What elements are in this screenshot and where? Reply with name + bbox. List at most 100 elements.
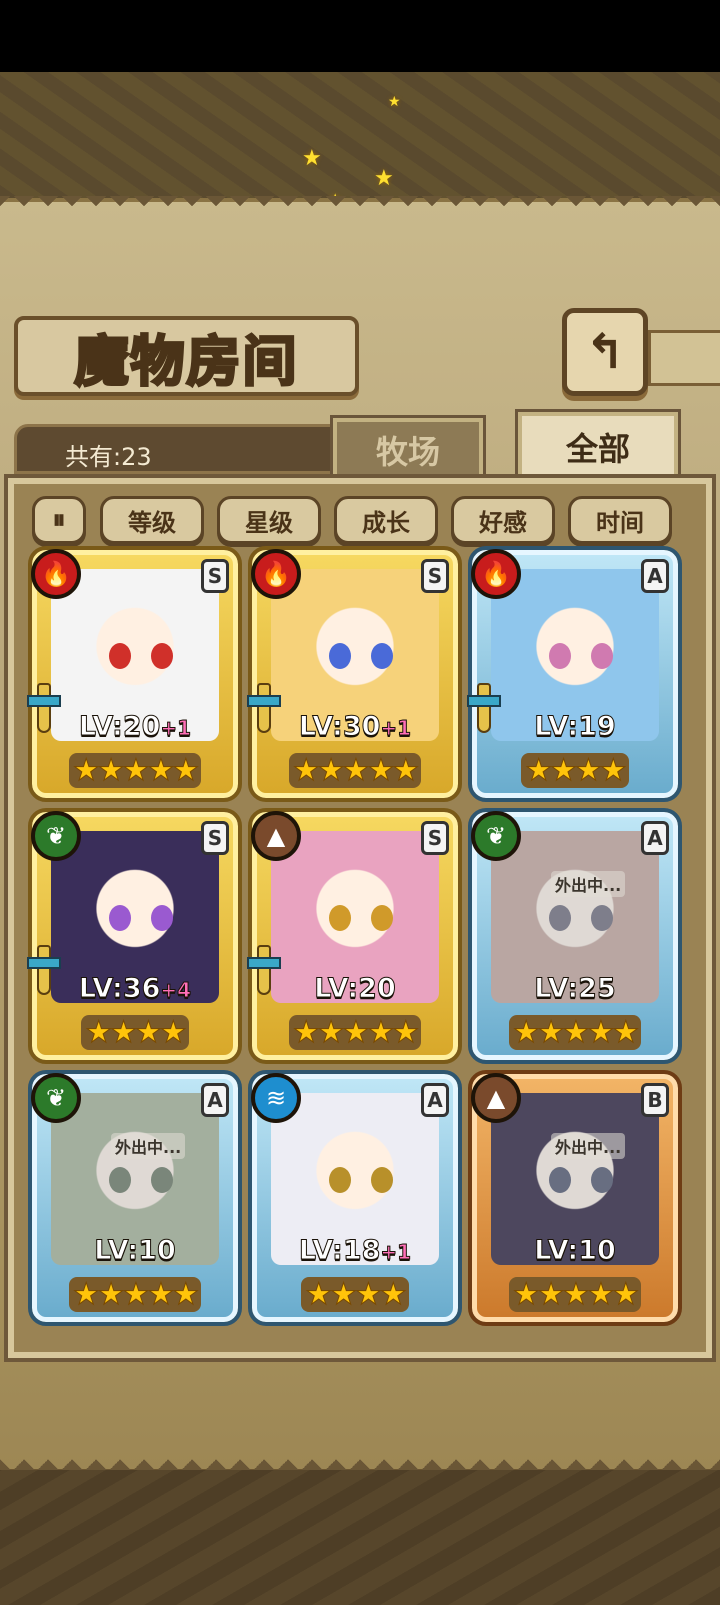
back-button[interactable]: ↰ (562, 308, 648, 396)
away-status-label: 外出中... (111, 1133, 186, 1159)
monster-eye (549, 643, 571, 669)
star-icon: ★ (612, 1277, 640, 1313)
filter-growth-button[interactable]: 成长 (334, 496, 438, 544)
star-rating: ★★★★★ (257, 1015, 453, 1051)
fire-element-icon: 🔥 (251, 549, 301, 599)
away-status-label: 外出中... (551, 871, 626, 897)
monster-level: LV:18+1 (257, 1235, 453, 1267)
star-rating: ★★★★★ (257, 753, 453, 789)
monster-eye (549, 905, 571, 931)
return-arrow-icon: ↰ (584, 324, 626, 380)
star-rating: ★★★★★ (477, 1015, 673, 1051)
level-value: LV:20 (314, 973, 397, 1005)
star-row: ★★★★★ (508, 1015, 642, 1051)
star-rating: ★★★★★ (37, 1277, 233, 1313)
monster-eye (151, 905, 173, 931)
filter-star-button[interactable]: 星级 (217, 496, 321, 544)
level-bonus: +1 (380, 716, 412, 741)
star-row: ★★★★ (521, 753, 629, 789)
monster-card[interactable]: 🔥 A LV:19 ★★★★ (467, 546, 682, 802)
star-icon: ★ (147, 1277, 175, 1313)
star-rating: ★★★★ (477, 753, 673, 789)
star-icon: ★ (317, 1015, 345, 1051)
filter-level-button[interactable]: 等级 (100, 496, 204, 544)
monster-eye (109, 905, 131, 931)
star-icon: ★ (562, 1015, 590, 1051)
star-rating: ★★★★ (37, 1015, 233, 1051)
star-row: ★★★★ (81, 1015, 189, 1051)
away-status-label: 外出中... (551, 1133, 626, 1159)
monster-eye (591, 1167, 613, 1193)
star-icon: ★ (388, 94, 401, 110)
star-icon: ★ (97, 1277, 125, 1313)
monster-eye (329, 643, 351, 669)
monster-card[interactable]: ▲ S LV:20 ★★★★★ (247, 808, 462, 1064)
fire-element-icon: 🔥 (471, 549, 521, 599)
tab-all[interactable]: 全部 (515, 409, 681, 485)
monster-card[interactable]: 外出中... ▲ B LV:10 ★★★★★ (468, 1070, 682, 1326)
monster-card[interactable]: ≋ A LV:18+1 ★★★★ (248, 1070, 462, 1326)
monster-eye (329, 905, 351, 931)
monster-eye (151, 1167, 173, 1193)
rank-badge: B (641, 1083, 669, 1117)
panel-edge-bottom (0, 1452, 720, 1470)
monster-level: LV:20+1 (37, 711, 233, 743)
page-title-plate: 魔物房间 (14, 316, 359, 396)
monster-card[interactable]: 外出中... ❦ A LV:25 ★★★★★ (468, 808, 682, 1064)
star-icon: ★ (525, 753, 553, 789)
star-icon: ★ (302, 146, 322, 171)
filter-time-button[interactable]: 时间 (568, 496, 672, 544)
monster-card[interactable]: 外出中... ❦ A LV:10 ★★★★★ (28, 1070, 242, 1326)
level-bonus: +4 (160, 978, 192, 1003)
leaf-element-icon: ❦ (31, 1073, 81, 1123)
rank-badge: A (641, 559, 669, 593)
star-icon: ★ (292, 1015, 320, 1051)
leaf-element-icon: ❦ (471, 811, 521, 861)
monster-eye (109, 1167, 131, 1193)
earth-element-icon: ▲ (251, 811, 301, 861)
rank-badge: A (421, 1083, 449, 1117)
monster-card[interactable]: ❦ S LV:36+4 ★★★★ (27, 808, 242, 1064)
monster-eye (329, 1167, 351, 1193)
tab-farm[interactable]: 牧场 (330, 415, 486, 485)
filter-affection-button[interactable]: 好感 (451, 496, 555, 544)
map-background-top (0, 72, 720, 202)
star-icon: ★ (330, 1277, 358, 1313)
panel-edge-top (0, 196, 720, 214)
monster-eye (371, 643, 393, 669)
star-icon: ★ (587, 1015, 615, 1051)
star-row: ★★★★★ (68, 753, 202, 789)
header-strip (648, 330, 720, 386)
monster-level: LV:36+4 (37, 973, 233, 1005)
star-icon: ★ (72, 1277, 100, 1313)
monster-card[interactable]: 🔥 S LV:20+1 ★★★★★ (27, 546, 242, 802)
page-title: 魔物房间 (73, 327, 299, 394)
star-icon: ★ (305, 1277, 333, 1313)
star-icon: ★ (587, 1277, 615, 1313)
sort-order-button[interactable]: ⏸ (32, 496, 86, 544)
level-value: LV:18 (298, 1235, 381, 1267)
rank-badge: A (641, 821, 669, 855)
earth-element-icon: ▲ (471, 1073, 521, 1123)
rank-badge: S (421, 559, 449, 593)
star-icon: ★ (392, 753, 420, 789)
star-icon: ★ (172, 753, 200, 789)
monster-count: 共有:23 (65, 443, 152, 471)
star-icon: ★ (512, 1277, 540, 1313)
star-icon: ★ (512, 1015, 540, 1051)
monster-eye (591, 643, 613, 669)
star-icon: ★ (355, 1277, 383, 1313)
star-icon: ★ (122, 753, 150, 789)
star-icon: ★ (537, 1277, 565, 1313)
monster-card[interactable]: 🔥 S LV:30+1 ★★★★★ (247, 546, 462, 802)
star-icon: ★ (122, 1277, 150, 1313)
monster-level: LV:20 (257, 973, 453, 1005)
star-icon: ★ (599, 753, 627, 789)
star-icon: ★ (367, 1015, 395, 1051)
star-row: ★★★★ (301, 1277, 409, 1313)
monster-eye (371, 905, 393, 931)
star-icon: ★ (97, 753, 125, 789)
fire-element-icon: 🔥 (31, 549, 81, 599)
star-icon: ★ (367, 753, 395, 789)
monster-level: LV:25 (477, 973, 673, 1005)
